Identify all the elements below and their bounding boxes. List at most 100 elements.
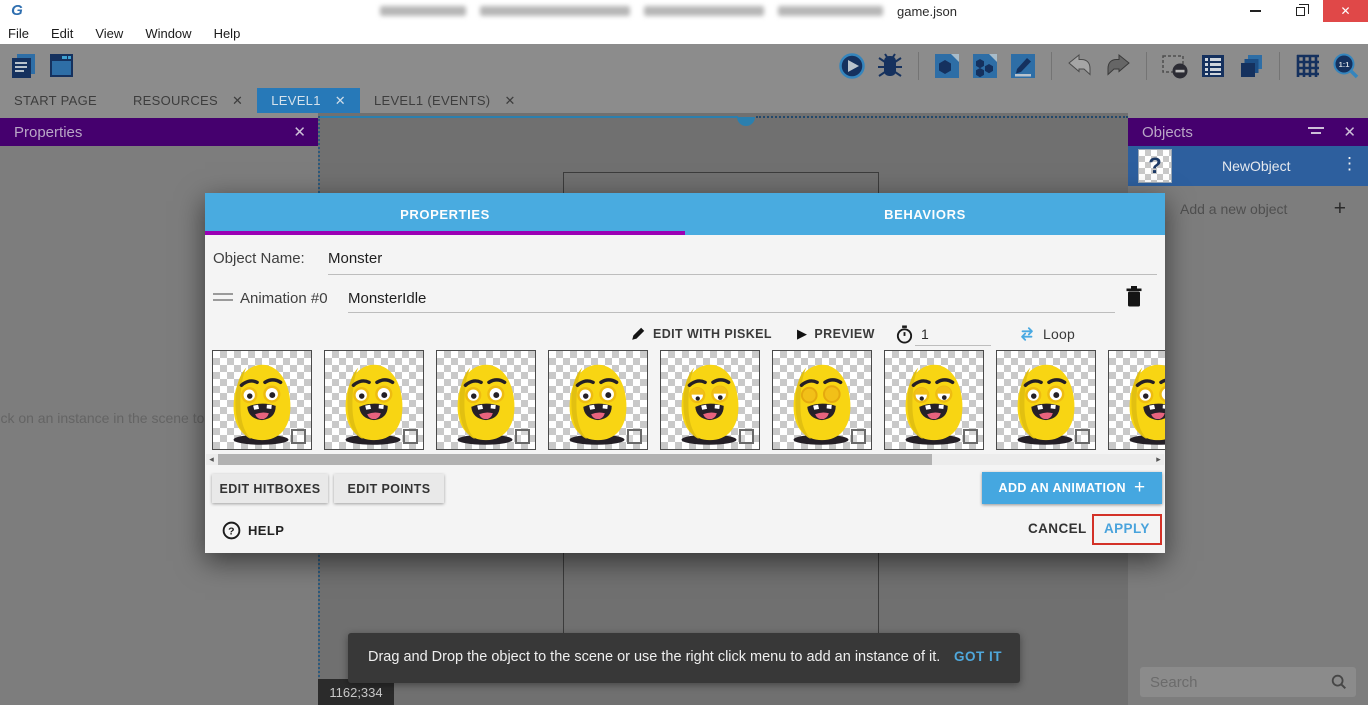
tab-level1[interactable]: LEVEL1✕ [257,88,360,113]
grid-icon[interactable] [1294,52,1322,80]
restore-button[interactable] [1278,0,1323,22]
minimize-button[interactable] [1233,0,1278,22]
frame-checkbox[interactable] [739,429,754,444]
blurred-title-segment [778,6,883,16]
got-it-button[interactable]: GOT IT [954,649,1002,664]
project-manager-icon[interactable] [10,52,38,80]
tab-level1-events[interactable]: LEVEL1 (EVENTS)✕ [360,88,530,113]
blurred-title-segment [644,6,764,16]
frame-checkbox[interactable] [627,429,642,444]
help-button[interactable]: ? HELP [222,521,284,540]
scene-window-handle[interactable] [737,117,755,126]
loop-icon [1018,325,1036,343]
animation-frame[interactable] [436,350,536,450]
time-between-frames-input[interactable]: 1 [921,326,929,342]
animation-frame[interactable] [996,350,1096,450]
animation-name-underline [348,312,1115,313]
tab-start-page[interactable]: START PAGE [0,88,111,113]
frames-scrollbar-thumb[interactable] [218,454,932,465]
frame-checkbox[interactable] [1075,429,1090,444]
edit-scene-properties-icon[interactable] [1009,52,1037,80]
apply-button[interactable]: APPLY [1104,521,1150,536]
animation-frame[interactable] [1108,350,1165,450]
animation-frames [205,350,1165,452]
edit-points-button[interactable]: EDIT POINTS [334,474,444,503]
filter-icon[interactable] [1308,127,1324,137]
animation-name-input[interactable]: MonsterIdle [348,290,426,307]
object-editor-dialog: PROPERTIES BEHAVIORS Object Name: Monste… [205,193,1165,553]
close-window-button[interactable]: ✕ [1323,0,1368,22]
menu-help[interactable]: Help [214,26,241,41]
object-list-item-newobject[interactable]: ? NewObject ⋮ [1128,146,1368,186]
play-small-icon: ▶ [797,326,807,342]
help-icon: ? [222,521,241,540]
scene-window-top-border [318,116,738,118]
frame-checkbox[interactable] [291,429,306,444]
time-between-frames-control[interactable]: 1 [895,323,929,345]
blurred-title-segment [380,6,466,16]
frame-checkbox[interactable] [851,429,866,444]
close-panel-icon[interactable]: ✕ [293,123,306,141]
menu-window[interactable]: Window [145,26,191,41]
animation-frame[interactable] [884,350,984,450]
animation-frame[interactable] [212,350,312,450]
start-page-icon[interactable] [48,52,76,80]
debug-icon[interactable] [876,52,904,80]
svg-text:?: ? [228,526,235,537]
drag-handle-icon[interactable] [213,293,233,305]
dialog-tab-properties[interactable]: PROPERTIES [205,193,685,235]
animation-frame[interactable] [772,350,872,450]
instances-list-icon[interactable] [1199,52,1227,80]
zoom-1-1-icon[interactable]: 1:1 [1332,52,1360,80]
menu-edit[interactable]: Edit [51,26,73,41]
animation-frame[interactable] [660,350,760,450]
add-animation-button[interactable]: ADD AN ANIMATION + [982,472,1162,504]
hint-tooltip: Drag and Drop the object to the scene or… [348,633,1020,683]
object-name-label: NewObject [1222,158,1290,174]
close-icon: ✕ [1340,5,1350,17]
preview-button[interactable]: ▶ PREVIEW [797,323,875,345]
menu-view[interactable]: View [95,26,123,41]
scroll-right-icon[interactable]: ▸ [1153,454,1164,465]
cancel-button[interactable]: CANCEL [1028,521,1087,536]
frame-checkbox[interactable] [515,429,530,444]
delete-instances-icon[interactable] [1161,52,1189,80]
time-input-underline [915,345,991,346]
object-name-label: Object Name: [213,250,305,267]
layers-icon[interactable] [1237,52,1265,80]
toolbar-separator [1146,52,1147,80]
loop-toggle[interactable]: Loop [1018,323,1075,345]
gdevelop-window: G game.json ✕ File Edit View Window Help [0,0,1368,705]
dialog-tab-behaviors[interactable]: BEHAVIORS [685,193,1165,235]
close-tab-icon[interactable]: ✕ [504,93,515,109]
frame-checkbox[interactable] [403,429,418,444]
close-panel-icon[interactable]: ✕ [1343,123,1356,141]
frames-scrollbar[interactable]: ◂ ▸ [206,454,1164,465]
animation-frame[interactable] [324,350,424,450]
undo-icon[interactable] [1066,52,1094,80]
animation-index-label: Animation #0 [240,290,328,307]
scroll-left-icon[interactable]: ◂ [206,454,217,465]
dialog-tabs: PROPERTIES BEHAVIORS [205,193,1165,235]
add-object-icon[interactable] [933,52,961,80]
close-tab-icon[interactable]: ✕ [335,93,346,109]
edit-hitboxes-button[interactable]: EDIT HITBOXES [212,474,328,503]
plus-icon: + [1334,197,1346,221]
menu-file[interactable]: File [8,26,29,41]
edit-with-piskel-button[interactable]: EDIT WITH PISKEL [630,323,772,345]
scene-window-top-border-dotted [756,116,1128,118]
object-menu-icon[interactable]: ⋮ [1341,154,1358,174]
object-name-input[interactable]: Monster [328,250,382,267]
play-icon[interactable] [838,52,866,80]
tab-resources[interactable]: RESOURCES✕ [119,88,257,113]
object-search-input[interactable] [1150,667,1320,697]
delete-animation-icon[interactable] [1124,285,1144,308]
properties-panel-title: Properties [14,124,82,141]
animation-frame[interactable] [548,350,648,450]
frame-checkbox[interactable] [963,429,978,444]
objects-panel-header: Objects ✕ [1128,118,1368,146]
object-search-box[interactable] [1140,667,1356,697]
close-tab-icon[interactable]: ✕ [232,93,243,109]
add-objects-icon[interactable] [971,52,999,80]
redo-icon[interactable] [1104,52,1132,80]
